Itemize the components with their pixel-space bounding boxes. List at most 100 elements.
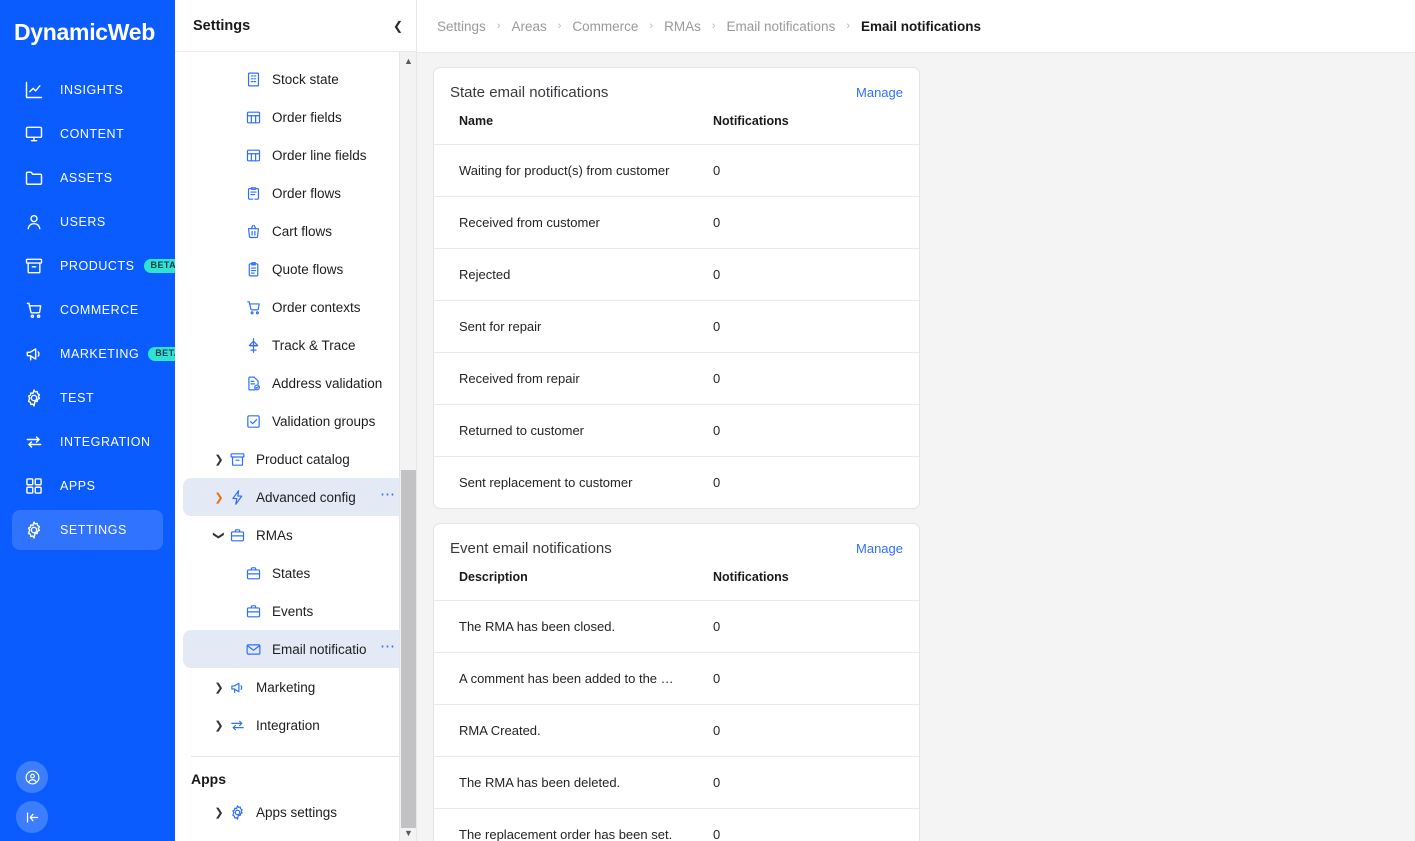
rail-item-commerce[interactable]: COMMERCE	[12, 290, 163, 330]
tree-item-email-notificatio[interactable]: ❯Email notificatio⋯	[183, 630, 408, 668]
table-row[interactable]: Sent replacement to customer 0	[434, 456, 919, 508]
row-notifications: 0	[687, 652, 919, 705]
chevron-down-icon[interactable]: ❯	[213, 527, 226, 543]
tree-item-apps-settings[interactable]: ❯ Apps settings	[183, 793, 408, 831]
column-header-name: Description	[459, 570, 528, 584]
tree-item-states[interactable]: ❯States	[183, 554, 408, 592]
tree-item-events[interactable]: ❯Events	[183, 592, 408, 630]
rail-item-integration[interactable]: INTEGRATION	[12, 422, 163, 462]
rail-item-label: INSIGHTS	[60, 83, 124, 97]
breadcrumb-item-rmas[interactable]: RMAs	[664, 19, 701, 34]
rail-item-label: SETTINGS	[60, 523, 127, 537]
row-name: The RMA has been closed.	[434, 600, 687, 653]
table-row[interactable]: The replacement order has been set. 0	[434, 808, 919, 841]
document-check-icon	[243, 373, 263, 393]
card-header: Event email notifications Manage	[434, 524, 919, 570]
chevron-right-icon[interactable]: ❯	[211, 453, 227, 466]
manage-link[interactable]: Manage	[856, 541, 903, 556]
card-header: State email notifications Manage	[434, 68, 919, 114]
scrollbar-thumb[interactable]	[401, 470, 416, 828]
more-options-icon[interactable]: ⋯	[380, 487, 396, 507]
rail-nav-list: INSIGHTS CONTENT ASSETS USERS PRODUCTS BETA CO…	[0, 66, 188, 554]
megaphone-icon	[227, 677, 247, 697]
tree-item-cart-flows[interactable]: ❯Cart flows	[183, 212, 408, 250]
rail-item-settings[interactable]: SETTINGS	[12, 510, 163, 550]
table-row[interactable]: Sent for repair 0	[434, 300, 919, 353]
subnav-scrollbar[interactable]: ▲ ▼	[399, 52, 416, 841]
tree-item-quote-flows[interactable]: ❯Quote flows	[183, 250, 408, 288]
subnav-tree: ❯Stock state❯Order fields❯Order line fie…	[175, 52, 416, 841]
tree-item-product-catalog[interactable]: ❯ Product catalog	[183, 440, 408, 478]
rail-item-products[interactable]: PRODUCTS BETA	[12, 246, 183, 286]
main-content-area: Settings › Areas › Commerce › RMAs › Email notif…	[417, 0, 1415, 841]
table-row[interactable]: The RMA has been deleted. 0	[434, 756, 919, 809]
manage-link[interactable]: Manage	[856, 85, 903, 100]
row-name: Returned to customer	[434, 404, 687, 457]
tree-item-marketing[interactable]: ❯ Marketing	[183, 668, 408, 706]
rail-item-marketing[interactable]: MARKETING BETA	[12, 334, 188, 374]
row-notifications: 0	[687, 196, 919, 249]
table-row[interactable]: Rejected 0	[434, 248, 919, 301]
tree-item-label: Product catalog	[256, 451, 350, 467]
app-root: DynamicWeb INSIGHTS CONTENT ASSETS USERS PRO…	[0, 0, 1415, 841]
tree-item-label: Cart flows	[272, 223, 333, 239]
rail-item-test[interactable]: TEST	[12, 378, 163, 418]
table-row[interactable]: A comment has been added to the … 0	[434, 652, 919, 705]
tree-item-label: Track & Trace	[272, 337, 356, 353]
rail-item-assets[interactable]: ASSETS	[12, 158, 163, 198]
table-row[interactable]: RMA Created. 0	[434, 704, 919, 757]
table-row[interactable]: Received from repair 0	[434, 352, 919, 405]
rail-item-label: COMMERCE	[60, 303, 139, 317]
rail-item-apps[interactable]: APPS	[12, 466, 163, 506]
scroll-up-icon[interactable]: ▲	[400, 52, 417, 69]
chevron-right-icon[interactable]: ❯	[211, 491, 227, 504]
gear-icon	[22, 386, 46, 410]
chevron-right-icon[interactable]: ❯	[211, 681, 227, 694]
table-header-row: Description Notifications	[434, 570, 919, 601]
tree-item-label: Order flows	[272, 185, 342, 201]
table-row[interactable]: Received from customer 0	[434, 196, 919, 249]
row-notifications: 0	[687, 300, 919, 353]
row-notifications: 0	[687, 704, 919, 757]
tree-item-integration[interactable]: ❯ Integration	[183, 706, 408, 744]
tree-item-validation-groups[interactable]: ❯Validation groups	[183, 402, 408, 440]
tree-item-address-validation[interactable]: ❯Address validation	[183, 364, 408, 402]
monitor-icon	[22, 122, 46, 146]
breadcrumb-item-settings[interactable]: Settings	[437, 19, 486, 34]
collapse-subnav-icon[interactable]: ❮	[390, 18, 406, 34]
scroll-down-icon[interactable]: ▼	[400, 824, 417, 841]
row-notifications: 0	[687, 756, 919, 809]
rail-item-content[interactable]: CONTENT	[12, 114, 163, 154]
table-row[interactable]: Waiting for product(s) from customer 0	[434, 144, 919, 197]
breadcrumb-item-areas[interactable]: Areas	[511, 19, 546, 34]
more-options-icon[interactable]: ⋯	[380, 639, 396, 659]
tree-item-track-trace[interactable]: ❯Track & Trace	[183, 326, 408, 364]
rail-item-users[interactable]: USERS	[12, 202, 163, 242]
tree-item-stock-state[interactable]: ❯Stock state	[183, 60, 408, 98]
building-icon	[243, 69, 263, 89]
account-button[interactable]	[16, 761, 48, 793]
table-row[interactable]: Returned to customer 0	[434, 404, 919, 457]
folder-icon	[22, 166, 46, 190]
breadcrumb-item-email-notifications[interactable]: Email notifications	[727, 19, 836, 34]
chevron-right-icon[interactable]: ❯	[211, 806, 227, 819]
chart-line-icon	[22, 78, 46, 102]
tree-item-advanced-config[interactable]: ❯ Advanced config ⋯	[183, 478, 408, 516]
rail-item-label: USERS	[60, 215, 106, 229]
tree-item-rmas[interactable]: ❯ RMAs	[183, 516, 408, 554]
tree-item-order-contexts[interactable]: ❯Order contexts	[183, 288, 408, 326]
rail-item-insights[interactable]: INSIGHTS	[12, 70, 163, 110]
tree-item-order-fields[interactable]: ❯Order fields	[183, 98, 408, 136]
basket-icon	[243, 221, 263, 241]
row-name: Received from repair	[434, 352, 687, 405]
gear-icon	[227, 802, 247, 822]
tree-item-order-line-fields[interactable]: ❯Order line fields	[183, 136, 408, 174]
column-header-notifications: Notifications	[713, 114, 789, 128]
chevron-right-icon[interactable]: ❯	[211, 719, 227, 732]
collapse-rail-button[interactable]	[16, 801, 48, 833]
tree-item-order-flows[interactable]: ❯Order flows	[183, 174, 408, 212]
row-name: Sent replacement to customer	[434, 456, 687, 508]
breadcrumb-item-commerce[interactable]: Commerce	[572, 19, 638, 34]
table-row[interactable]: The RMA has been closed. 0	[434, 600, 919, 653]
breadcrumb-separator: ›	[711, 20, 716, 32]
